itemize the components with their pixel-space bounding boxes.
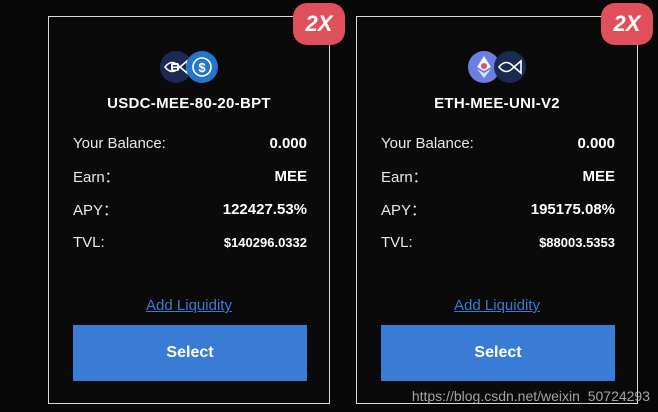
tvl-label: TVL: xyxy=(73,234,105,251)
add-liquidity-link[interactable]: Add Liquidity xyxy=(357,297,637,314)
tvl-row: TVL: $88003.5353 xyxy=(381,226,615,259)
watermark: https://blog.csdn.net/weixin_50724293 xyxy=(411,388,650,404)
pool-list: 2X $ USDC-MEE-80-20-BPT Your Balance: 0.… xyxy=(0,0,658,412)
pair-name: USDC-MEE-80-20-BPT xyxy=(107,95,271,112)
balance-label: Your Balance: xyxy=(73,135,166,152)
balance-label: Your Balance: xyxy=(381,135,474,152)
pair-name: ETH-MEE-UNI-V2 xyxy=(434,95,560,112)
apy-label: APY： xyxy=(73,202,119,219)
select-button[interactable]: Select xyxy=(73,325,307,381)
balance-value: 0.000 xyxy=(577,135,615,152)
add-liquidity-link[interactable]: Add Liquidity xyxy=(49,297,329,314)
pool-stats: Your Balance: 0.000 Earn： MEE APY： 12242… xyxy=(73,127,307,259)
balance-value: 0.000 xyxy=(269,135,307,152)
select-button[interactable]: Select xyxy=(381,325,615,381)
svg-text:$: $ xyxy=(198,60,206,75)
balance-row: Your Balance: 0.000 xyxy=(381,127,615,160)
pool-card-usdc-mee: 2X $ USDC-MEE-80-20-BPT Your Balance: 0.… xyxy=(48,3,345,404)
earn-row: Earn： MEE xyxy=(73,160,307,193)
token-icons xyxy=(357,51,637,87)
apy-row: APY： 122427.53% xyxy=(73,193,307,226)
multiplier-badge: 2X xyxy=(601,3,653,45)
earn-value: MEE xyxy=(582,168,615,185)
multiplier-badge: 2X xyxy=(293,3,345,45)
earn-label: Earn： xyxy=(381,169,428,186)
mee-fish-icon xyxy=(494,51,526,83)
tvl-value: $140296.0332 xyxy=(223,235,307,250)
pool-card-eth-mee: 2X ETH-MEE-UNI-V2 Your Balance: 0.000 Ea… xyxy=(356,3,653,404)
earn-label: Earn： xyxy=(73,169,120,186)
apy-value: 122427.53% xyxy=(222,201,307,218)
tvl-row: TVL: $140296.0332 xyxy=(73,226,307,259)
apy-row: APY： 195175.08% xyxy=(381,193,615,226)
earn-row: Earn： MEE xyxy=(381,160,615,193)
pool-stats: Your Balance: 0.000 Earn： MEE APY： 19517… xyxy=(381,127,615,259)
balance-row: Your Balance: 0.000 xyxy=(73,127,307,160)
apy-label: APY： xyxy=(381,202,427,219)
tvl-value: $88003.5353 xyxy=(539,235,615,250)
tvl-label: TVL: xyxy=(381,234,413,251)
usdc-icon: $ xyxy=(186,51,218,83)
earn-value: MEE xyxy=(274,168,307,185)
apy-value: 195175.08% xyxy=(530,201,615,218)
token-icons: $ xyxy=(49,51,329,87)
